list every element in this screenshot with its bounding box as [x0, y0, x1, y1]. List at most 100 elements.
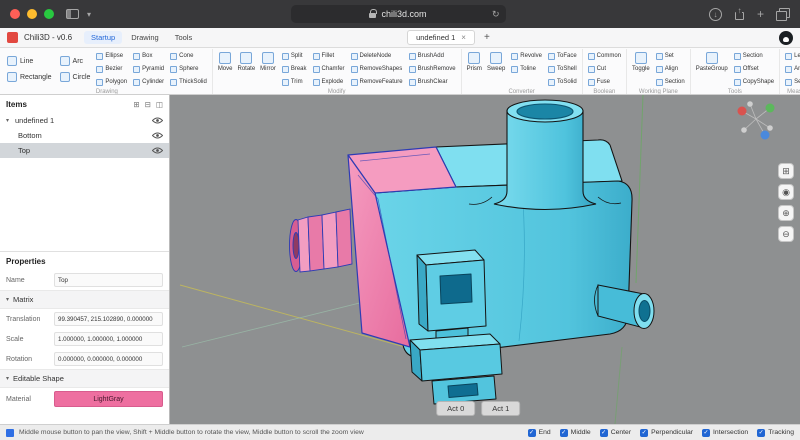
deletenode-button[interactable]: DeleteNode: [349, 50, 405, 62]
reload-icon[interactable]: ↻: [492, 9, 500, 20]
model-foot[interactable]: [410, 334, 502, 404]
minimize-window-button[interactable]: [27, 9, 37, 19]
toshell-button[interactable]: ToShell: [546, 63, 579, 75]
cone-button[interactable]: Cone: [168, 50, 209, 62]
act-1-button[interactable]: Act 1: [481, 401, 520, 416]
visibility-eye-icon[interactable]: [152, 147, 163, 154]
scale-field[interactable]: 1.000000, 1.000000, 1.000000: [54, 332, 163, 346]
sphere-button[interactable]: Sphere: [168, 63, 209, 75]
split-button[interactable]: Split: [280, 50, 309, 62]
editable-shape-section-header[interactable]: ▾ Editable Shape: [0, 369, 169, 388]
break-button[interactable]: Break: [280, 63, 309, 75]
github-icon[interactable]: [779, 31, 793, 45]
document-tab[interactable]: undefined 1 ×: [407, 30, 475, 45]
visibility-eye-icon[interactable]: [152, 132, 163, 139]
copyshape-button[interactable]: CopyShape: [732, 76, 776, 88]
viewport-3d[interactable]: ⊞ ◉ ⊕ ⊖ Act 0 Act 1: [170, 95, 800, 424]
explode-button[interactable]: Explode: [311, 76, 347, 88]
fit-view-button[interactable]: ⊞: [778, 163, 794, 179]
common-button[interactable]: Common: [586, 50, 623, 62]
align-button[interactable]: Align: [654, 63, 687, 75]
zoom-in-button[interactable]: ⊕: [778, 205, 794, 221]
toface-button[interactable]: ToFace: [546, 50, 579, 62]
fuse-button[interactable]: Fuse: [586, 76, 623, 88]
collapse-panel-icon[interactable]: ◫: [156, 100, 163, 109]
move-button[interactable]: Move: [216, 50, 235, 72]
material-button[interactable]: LightGray: [54, 391, 163, 407]
rotation-field[interactable]: 0.000000, 0.000000, 0.000000: [54, 352, 163, 366]
share-icon[interactable]: [734, 8, 745, 21]
toline-button[interactable]: Toline: [509, 63, 544, 75]
zoom-out-button[interactable]: ⊖: [778, 226, 794, 242]
length-button[interactable]: Length: [783, 50, 800, 62]
act-0-button[interactable]: Act 0: [436, 401, 475, 416]
wp-section-button[interactable]: Section: [654, 76, 687, 88]
new-tab-icon[interactable]: +: [757, 8, 764, 20]
tools-section-button[interactable]: Section: [732, 50, 776, 62]
tab-startup[interactable]: Startup: [84, 31, 122, 44]
snap-perpendicular[interactable]: ✓Perpendicular: [640, 429, 693, 437]
pastegroup-button[interactable]: PasteGroup: [694, 50, 730, 72]
polygon-button[interactable]: Polygon: [94, 76, 129, 88]
removeshapes-button[interactable]: RemoveShapes: [349, 63, 405, 75]
toggle-button[interactable]: Toggle: [630, 50, 652, 72]
brushremove-button[interactable]: BrushRemove: [407, 63, 458, 75]
box-button[interactable]: Box: [131, 50, 166, 62]
bezier-button[interactable]: Bezier: [94, 63, 129, 75]
tab-overview-icon[interactable]: [776, 8, 790, 21]
brushadd-button[interactable]: BrushAdd: [407, 50, 458, 62]
prism-button[interactable]: Prism: [465, 50, 484, 72]
downloads-icon[interactable]: ↓: [709, 8, 722, 21]
trim-button[interactable]: Trim: [280, 76, 309, 88]
expand-all-icon[interactable]: ⊟: [145, 100, 151, 109]
snap-tracking[interactable]: ✓Tracking: [757, 429, 794, 437]
tree-node-top-selected[interactable]: Top: [0, 143, 169, 158]
brushclear-button[interactable]: BrushClear: [407, 76, 458, 88]
arc-button[interactable]: Arc: [58, 54, 93, 68]
chevron-down-icon[interactable]: ▾: [6, 117, 15, 124]
chevron-down-icon[interactable]: ▾: [87, 10, 91, 19]
visibility-eye-icon[interactable]: [152, 117, 163, 124]
tab-drawing[interactable]: Drawing: [124, 31, 166, 44]
line-button[interactable]: Line: [5, 54, 54, 68]
snap-end[interactable]: ✓End: [528, 429, 551, 437]
revolve-button[interactable]: Revolve: [509, 50, 544, 62]
tab-tools[interactable]: Tools: [168, 31, 200, 44]
matrix-section-header[interactable]: ▾ Matrix: [0, 290, 169, 309]
model-left-stub[interactable]: [290, 209, 353, 272]
new-document-button[interactable]: +: [481, 33, 493, 43]
pyramid-button[interactable]: Pyramid: [131, 63, 166, 75]
close-window-button[interactable]: [10, 9, 20, 19]
sidebar-toggle-icon[interactable]: [66, 9, 79, 19]
set-button[interactable]: Set: [654, 50, 687, 62]
fillet-button[interactable]: Fillet: [311, 50, 347, 62]
chamfer-button[interactable]: Chamfer: [311, 63, 347, 75]
visibility-button[interactable]: ◉: [778, 184, 794, 200]
circle-button[interactable]: Circle: [58, 70, 93, 84]
rotate-button[interactable]: Rotate: [235, 50, 257, 72]
rectangle-button[interactable]: Rectangle: [5, 70, 54, 84]
add-group-icon[interactable]: ⊞: [133, 100, 139, 109]
tree-node-root[interactable]: ▾ undefined 1: [0, 113, 169, 128]
address-bar[interactable]: chili3d.com ↻: [291, 5, 506, 23]
name-field[interactable]: Top: [54, 273, 163, 287]
tosolid-button[interactable]: ToSolid: [546, 76, 579, 88]
snap-intersection[interactable]: ✓Intersection: [702, 429, 748, 437]
cut-button[interactable]: Cut: [586, 63, 623, 75]
3d-canvas[interactable]: [170, 95, 800, 424]
maximize-window-button[interactable]: [44, 9, 54, 19]
offset-button[interactable]: Offset: [732, 63, 776, 75]
snap-center[interactable]: ✓Center: [600, 429, 631, 437]
cylinder-button[interactable]: Cylinder: [131, 76, 166, 88]
select-button[interactable]: Select: [783, 76, 800, 88]
orientation-gizmo[interactable]: [738, 101, 775, 139]
translation-field[interactable]: 99.390457, 215.102890, 0.000000: [54, 312, 163, 326]
close-document-icon[interactable]: ×: [461, 33, 466, 42]
sweep-button[interactable]: Sweep: [485, 50, 507, 72]
mirror-button[interactable]: Mirror: [258, 50, 278, 72]
removefeature-button[interactable]: RemoveFeature: [349, 76, 405, 88]
snap-middle[interactable]: ✓Middle: [560, 429, 591, 437]
angle-button[interactable]: Angle: [783, 63, 800, 75]
thicksolid-button[interactable]: ThickSolid: [168, 76, 209, 88]
tree-node-bottom[interactable]: Bottom: [0, 128, 169, 143]
